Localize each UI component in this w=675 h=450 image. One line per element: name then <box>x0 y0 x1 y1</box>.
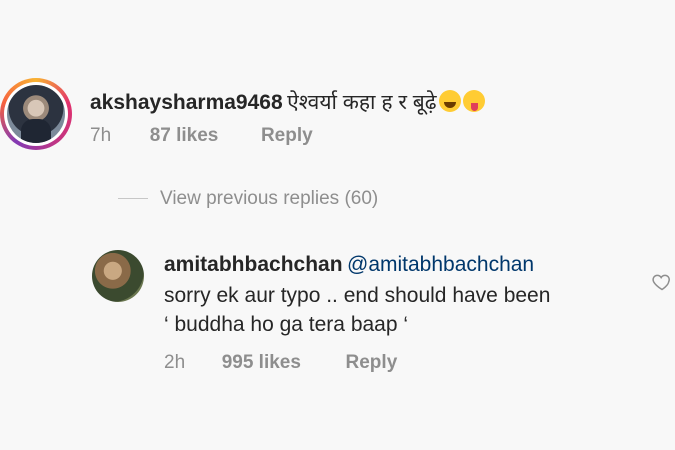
avatar <box>7 85 65 143</box>
reply-mention[interactable]: @amitabhbachchan <box>347 253 534 276</box>
reply-line-1: amitabhbachchan @amitabhbachchan <box>164 250 654 281</box>
reply-text-line-3: ‘ buddha ho ga tera baap ‘ <box>164 313 409 336</box>
like-heart-icon[interactable] <box>652 272 672 292</box>
comment-likes[interactable]: 87 likes <box>150 125 219 146</box>
reply-username[interactable]: amitabhbachchan <box>164 253 343 276</box>
comment-reply-button[interactable]: Reply <box>261 125 313 146</box>
comment-time: 7h <box>90 125 112 146</box>
view-previous-replies-label: View previous replies (60) <box>160 188 379 209</box>
avatar-story-ring[interactable] <box>0 78 72 150</box>
screen: akshaysharma9468 ऐश्वर्या कहा ह र बूढ़े … <box>0 0 675 450</box>
comment-line: akshaysharma9468 ऐश्वर्या कहा ह र बूढ़े <box>90 88 485 116</box>
view-previous-replies[interactable]: View previous replies (60) <box>118 188 378 210</box>
reply-avatar[interactable] <box>92 250 144 302</box>
face-with-tongue-icon <box>462 90 485 112</box>
reply-meta: 2h 995 likes Reply <box>164 352 397 374</box>
comment: akshaysharma9468 ऐश्वर्या कहा ह र बूढ़े … <box>0 78 675 158</box>
comment-meta: 7h 87 likes Reply <box>90 125 313 147</box>
reply: amitabhbachchan @amitabhbachchan sorry e… <box>164 250 654 339</box>
reply-time: 2h <box>164 352 186 373</box>
comment-username[interactable]: akshaysharma9468 <box>90 91 283 114</box>
reply-text-line-2: sorry ek aur typo .. end should have bee… <box>164 284 551 307</box>
comment-text: ऐश्वर्या कहा ह र बूढ़े <box>287 91 437 114</box>
reply-likes[interactable]: 995 likes <box>222 352 301 373</box>
face-with-tears-of-joy-icon <box>438 90 461 112</box>
divider <box>118 198 148 200</box>
reply-reply-button[interactable]: Reply <box>346 352 398 373</box>
